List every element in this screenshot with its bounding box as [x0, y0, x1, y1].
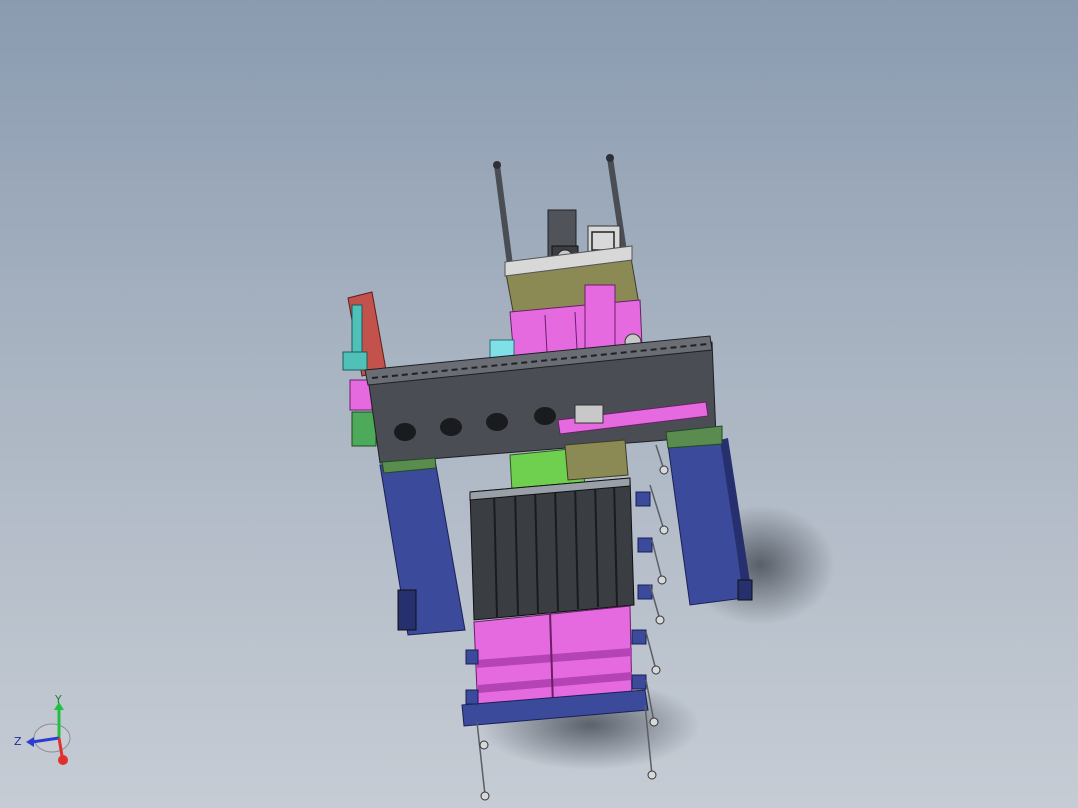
right-leg [665, 425, 753, 606]
black-tray [469, 477, 635, 621]
z-axis-arrow [26, 737, 34, 747]
3d-viewport[interactable]: Y Z [0, 0, 1078, 808]
cad-model-assembly[interactable] [0, 0, 1078, 808]
olive-rotary [564, 439, 629, 481]
triad-graphic [26, 702, 71, 765]
x-axis-dot [58, 755, 68, 765]
rod-cap-left [493, 161, 501, 169]
y-axis-label: Y [55, 693, 62, 706]
rod-cap-right [606, 154, 614, 162]
z-axis-label: Z [14, 735, 22, 748]
left-leg [379, 457, 466, 636]
orientation-triad[interactable]: Y Z [10, 690, 80, 770]
main-crossbeam [364, 335, 717, 464]
